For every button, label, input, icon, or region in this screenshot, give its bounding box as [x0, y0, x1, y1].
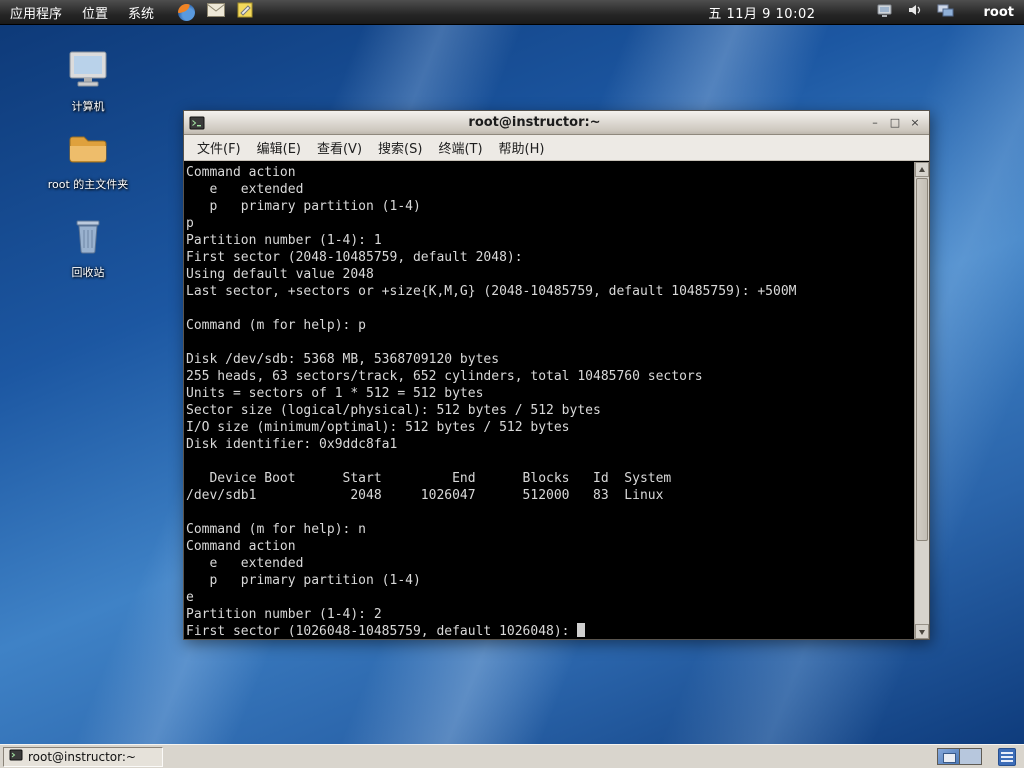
terminal-line: Using default value 2048: [186, 267, 374, 282]
desktop-wallpaper: 应用程序 位置 系统 五 11月 9 10:02 root 计算机 root 的…: [0, 0, 1024, 768]
tray-monitor-icon[interactable]: [876, 3, 893, 22]
user-label: root: [983, 4, 1015, 20]
terminal-line: Device Boot Start End Blocks Id System: [186, 471, 672, 486]
maximize-button[interactable]: □: [886, 115, 904, 131]
terminal-line: 255 heads, 63 sectors/track, 652 cylinde…: [186, 369, 703, 384]
system-tray: [876, 2, 954, 22]
close-button[interactable]: ×: [906, 115, 924, 131]
volume-icon[interactable]: [907, 2, 923, 22]
menu-search[interactable]: 搜索(S): [370, 134, 430, 161]
desktop-icon-label: 计算机: [71, 100, 105, 113]
top-panel: 应用程序 位置 系统 五 11月 9 10:02 root: [0, 0, 1024, 25]
terminal-line: Command action: [186, 539, 296, 554]
terminal-line: Command (m for help): n: [186, 522, 367, 537]
email-icon[interactable]: [206, 3, 226, 21]
terminal-content[interactable]: Command action e extended p primary part…: [184, 162, 929, 639]
taskbar-item-label: root@instructor:~: [28, 749, 136, 764]
terminal-prompt-text: First sector (1026048-10485759, default …: [186, 624, 578, 639]
window-title: root@instructor:~: [468, 115, 601, 130]
terminal-line: First sector (2048-10485759, default 204…: [186, 250, 523, 265]
scroll-up-button[interactable]: [915, 162, 929, 177]
terminal-line: p primary partition (1-4): [186, 199, 421, 214]
workspace-switcher: [937, 748, 982, 765]
taskbar-terminal-icon: [9, 748, 23, 765]
terminal-line: e extended: [186, 182, 304, 197]
menu-edit[interactable]: 编辑(E): [249, 134, 309, 161]
terminal-line: p primary partition (1-4): [186, 573, 421, 588]
scrollbar-thumb[interactable]: [916, 178, 928, 541]
terminal-line: p: [186, 216, 194, 231]
notes-icon[interactable]: [237, 2, 253, 22]
window-menubar: 文件(F) 编辑(E) 查看(V) 搜索(S) 终端(T) 帮助(H): [184, 135, 929, 161]
terminal-line: Disk identifier: 0x9ddc8fa1: [186, 437, 398, 452]
terminal-window: root@instructor:~ – □ × 文件(F) 编辑(E) 查看(V…: [183, 110, 930, 640]
minimize-button[interactable]: –: [866, 115, 884, 131]
terminal-line: Partition number (1-4): 2: [186, 607, 382, 622]
terminal-cursor: [577, 623, 586, 637]
terminal-line: I/O size (minimum/optimal): 512 bytes / …: [186, 420, 570, 435]
desktop-icon-label: 回收站: [71, 266, 105, 279]
menu-applications[interactable]: 应用程序: [0, 0, 72, 26]
taskbar-item-terminal[interactable]: root@instructor:~: [3, 746, 163, 767]
terminal-line: Command (m for help): p: [186, 318, 367, 333]
menu-file[interactable]: 文件(F): [189, 134, 249, 161]
terminal-app-icon: [189, 115, 205, 131]
terminal-line: Sector size (logical/physical): 512 byte…: [186, 403, 601, 418]
terminal-line: /dev/sdb1 2048 1026047 512000 83 Linux: [186, 488, 664, 503]
window-titlebar[interactable]: root@instructor:~ – □ ×: [184, 111, 929, 135]
desktop-icon-label: root 的主文件夹: [47, 178, 129, 191]
menu-system[interactable]: 系统: [118, 0, 164, 26]
terminal-line: Command action: [186, 165, 296, 180]
terminal-line: Partition number (1-4): 1: [186, 233, 382, 248]
home-folder-icon: [38, 132, 138, 172]
network-icon[interactable]: [937, 3, 954, 22]
panel-right-area: 五 11月 9 10:02 root: [708, 2, 1024, 22]
menu-places[interactable]: 位置: [72, 0, 118, 26]
terminal-line: Units = sectors of 1 * 512 = 512 bytes: [186, 386, 484, 401]
bottom-panel: root@instructor:~: [0, 744, 1024, 768]
desktop-icon-computer[interactable]: 计算机: [38, 50, 138, 114]
menu-help[interactable]: 帮助(H): [491, 134, 553, 161]
workspace-1[interactable]: [937, 748, 960, 765]
desktop-icon-trash[interactable]: 回收站: [38, 216, 138, 280]
trash-icon: [38, 216, 138, 260]
firefox-icon[interactable]: [178, 3, 196, 21]
show-desktop-icon[interactable]: [998, 748, 1016, 766]
terminal-line: e extended: [186, 556, 304, 571]
workspace-2[interactable]: [959, 748, 982, 765]
terminal-scrollbar[interactable]: [914, 162, 929, 639]
clock[interactable]: 五 11月 9 10:02: [708, 3, 815, 22]
terminal-line: Disk /dev/sdb: 5368 MB, 5368709120 bytes: [186, 352, 500, 367]
panel-launchers: [178, 2, 253, 22]
desktop-icon-home[interactable]: root 的主文件夹: [38, 132, 138, 192]
terminal-prompt-line: First sector (1026048-10485759, default …: [186, 623, 914, 639]
terminal-line: e: [186, 590, 194, 605]
scroll-down-button[interactable]: [915, 624, 929, 639]
menu-view[interactable]: 查看(V): [309, 134, 370, 161]
menu-terminal[interactable]: 终端(T): [430, 134, 490, 161]
terminal-line: Last sector, +sectors or +size{K,M,G} (2…: [186, 284, 797, 299]
terminal-output: Command action e extended p primary part…: [184, 162, 914, 639]
computer-icon: [38, 50, 138, 94]
